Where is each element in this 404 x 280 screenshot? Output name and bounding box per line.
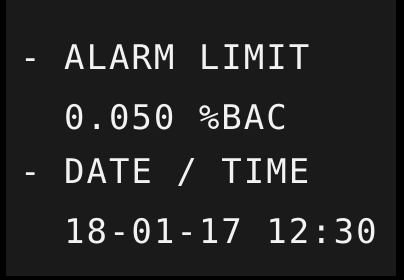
menu-item-alarm-limit-label: ALARM LIMIT bbox=[64, 38, 312, 78]
menu-item-marker: - bbox=[20, 38, 43, 78]
device-display: - ALARM LIMIT 0.050 %BAC - DATE / TIME 1… bbox=[0, 0, 404, 280]
menu-item-date-time-value: 18-01-17 12:30 bbox=[64, 212, 379, 252]
menu-item-date-time-label: DATE / TIME bbox=[64, 152, 312, 192]
menu-item-marker: - bbox=[20, 152, 43, 192]
menu-item-alarm-limit-value: 0.050 %BAC bbox=[64, 98, 289, 138]
